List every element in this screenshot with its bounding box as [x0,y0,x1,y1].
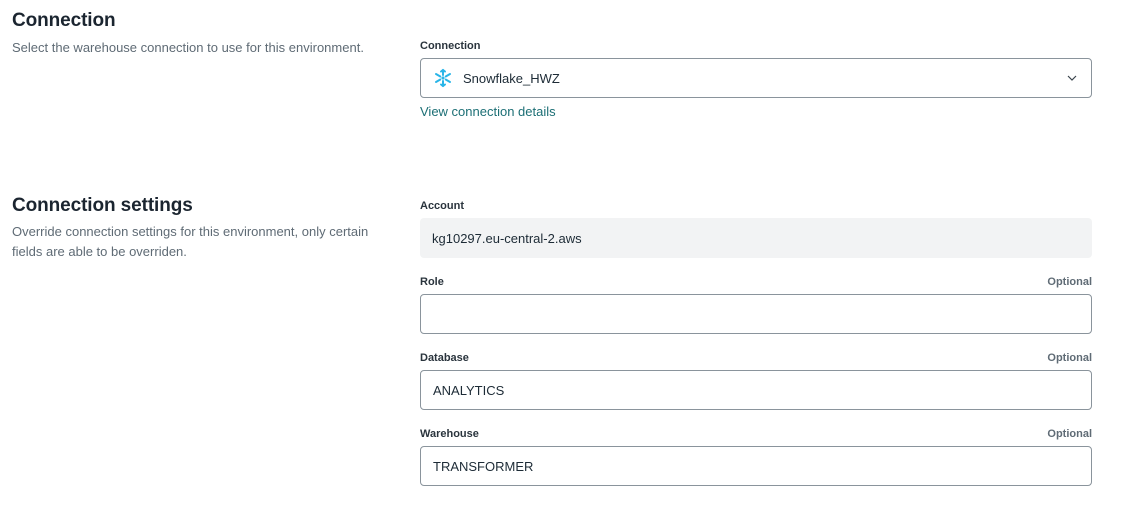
database-input[interactable]: ANALYTICS [420,370,1092,410]
warehouse-input[interactable]: TRANSFORMER [420,446,1092,486]
database-label: Database [420,352,469,364]
view-connection-details-link[interactable]: View connection details [420,104,556,119]
connection-settings-description: Override connection settings for this en… [12,224,369,259]
connection-select[interactable]: Snowflake_HWZ [420,58,1092,98]
warehouse-label: Warehouse [420,428,479,440]
connection-settings-title: Connection settings [12,195,193,216]
account-field: kg10297.eu-central-2.aws [420,218,1092,258]
account-value: kg10297.eu-central-2.aws [432,230,582,246]
database-input-value: ANALYTICS [433,382,505,398]
connection-field-label: Connection [420,40,481,52]
role-label: Role [420,276,444,288]
database-optional-label: Optional [1047,352,1092,364]
connection-select-value: Snowflake_HWZ [463,70,560,86]
warehouse-input-value: TRANSFORMER [433,458,534,474]
snowflake-icon [433,68,453,88]
connection-section-description: Select the warehouse connection to use f… [12,40,364,55]
connection-section-title: Connection [12,10,116,31]
chevron-down-icon [1065,71,1079,85]
role-optional-label: Optional [1047,276,1092,288]
account-label: Account [420,200,464,212]
warehouse-optional-label: Optional [1047,428,1092,440]
role-input[interactable] [420,294,1092,334]
